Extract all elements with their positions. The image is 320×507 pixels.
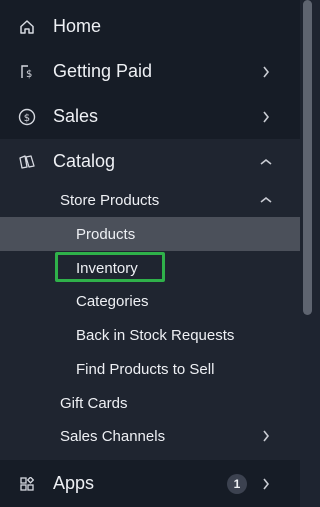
inventory-highlight-box xyxy=(55,252,165,282)
nav-item-getting-paid[interactable]: $ Getting Paid xyxy=(0,49,300,94)
nav-item-find-products[interactable]: Find Products to Sell xyxy=(0,352,300,386)
nav-item-categories[interactable]: Categories xyxy=(0,284,300,318)
chevron-right-icon xyxy=(260,430,272,442)
nav-item-home-label: Home xyxy=(53,16,102,36)
nav-item-categories-label: Categories xyxy=(76,292,149,310)
home-icon xyxy=(18,18,36,36)
nav-item-sales-label: Sales xyxy=(53,106,99,126)
nav-item-catalog-label: Catalog xyxy=(53,151,116,171)
nav-item-sales-channels[interactable]: Sales Channels xyxy=(0,419,300,453)
nav-item-store-products-label: Store Products xyxy=(60,191,160,209)
nav-item-getting-paid-label: Getting Paid xyxy=(53,61,153,81)
scrollbar-thumb[interactable] xyxy=(303,0,312,315)
nav-item-home[interactable]: Home xyxy=(0,4,300,49)
nav-item-sales-channels-label: Sales Channels xyxy=(60,427,166,445)
chevron-right-icon xyxy=(260,111,272,123)
invoice-dollar-icon: $ xyxy=(18,63,36,81)
sidebar-nav: Home $ Getting Paid $ Sales Catalog Stor… xyxy=(0,0,300,507)
chevron-right-icon xyxy=(260,478,272,490)
nav-item-products-label: Products xyxy=(76,225,136,243)
nav-item-apps-label: Apps xyxy=(53,473,95,493)
nav-item-products[interactable]: Products xyxy=(0,217,300,251)
dollar-circle-icon: $ xyxy=(18,108,36,126)
nav-item-gift-cards-label: Gift Cards xyxy=(60,394,128,412)
apps-grid-icon xyxy=(18,475,36,493)
chevron-right-icon xyxy=(260,66,272,78)
nav-item-back-in-stock-requests[interactable]: Back in Stock Requests xyxy=(0,318,300,352)
nav-item-sales[interactable]: $ Sales xyxy=(0,94,300,139)
nav-item-apps[interactable]: Apps xyxy=(0,461,300,506)
apps-notification-badge: 1 xyxy=(227,474,247,494)
nav-item-find-products-label: Find Products to Sell xyxy=(76,360,215,378)
nav-item-store-products[interactable]: Store Products xyxy=(0,183,300,217)
chevron-up-icon xyxy=(260,194,272,206)
svg-text:$: $ xyxy=(26,69,32,80)
nav-item-gift-cards[interactable]: Gift Cards xyxy=(0,386,300,420)
catalog-icon xyxy=(18,153,36,171)
nav-item-back-in-stock-label: Back in Stock Requests xyxy=(76,326,235,344)
nav-item-catalog[interactable]: Catalog xyxy=(0,139,300,184)
svg-text:$: $ xyxy=(24,113,30,124)
chevron-up-icon xyxy=(260,156,272,168)
